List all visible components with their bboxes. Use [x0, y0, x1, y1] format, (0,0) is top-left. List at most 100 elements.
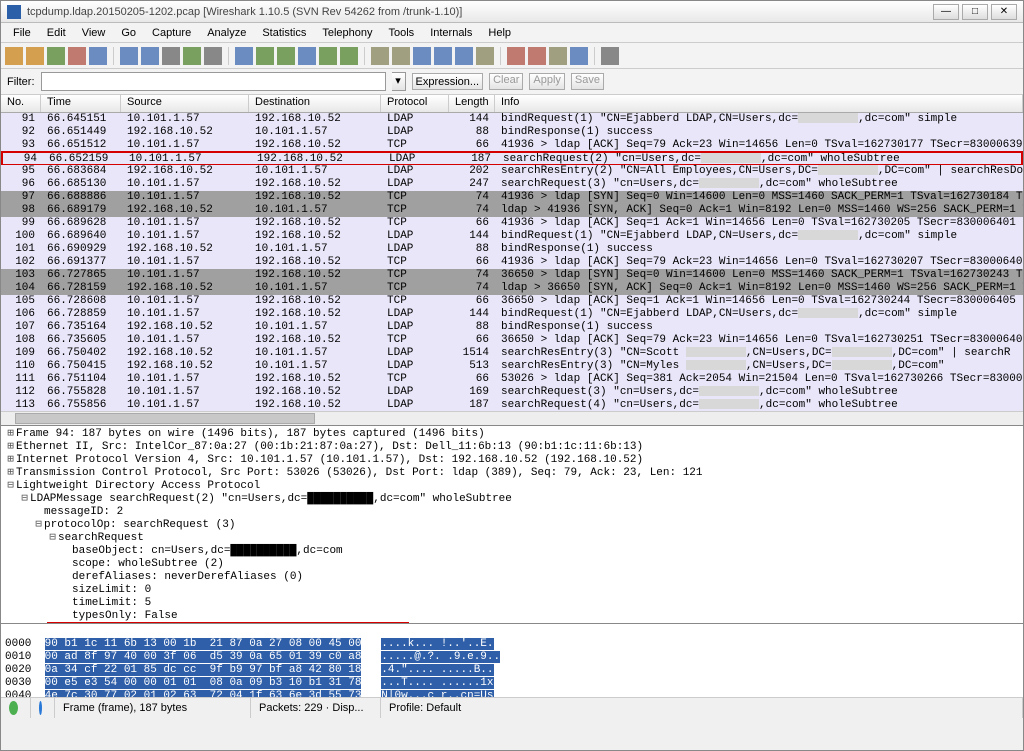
- packet-row[interactable]: 11266.75582810.101.1.57192.168.10.52LDAP…: [1, 386, 1023, 399]
- packet-bytes-pane[interactable]: 0000 90 b1 1c 11 6b 13 00 1b 21 87 0a 27…: [1, 623, 1023, 697]
- col-header-no[interactable]: No.: [1, 95, 41, 112]
- col-header-time[interactable]: Time: [41, 95, 121, 112]
- goto-packet-icon[interactable]: [298, 47, 316, 65]
- go-back-icon[interactable]: [256, 47, 274, 65]
- menu-file[interactable]: File: [5, 25, 39, 41]
- packet-row[interactable]: 9766.68888610.101.1.57192.168.10.52TCP74…: [1, 191, 1023, 204]
- preferences-icon[interactable]: [570, 47, 588, 65]
- packet-row[interactable]: 11166.75110410.101.1.57192.168.10.52TCP6…: [1, 373, 1023, 386]
- colorize-icon[interactable]: [371, 47, 389, 65]
- save-file-icon[interactable]: [141, 47, 159, 65]
- hex-bytes: 0a 34 cf 22 01 85 dc cc 9f b9 97 bf a8 4…: [45, 664, 362, 676]
- open-file-icon[interactable]: [120, 47, 138, 65]
- horizontal-scrollbar[interactable]: [1, 411, 1023, 425]
- menu-edit[interactable]: Edit: [39, 25, 74, 41]
- packet-row[interactable]: 10466.728159192.168.10.5210.101.1.57TCP7…: [1, 282, 1023, 295]
- interfaces-icon[interactable]: [5, 47, 23, 65]
- menu-tools[interactable]: Tools: [381, 25, 423, 41]
- collapse-icon[interactable]: ⊟: [33, 519, 44, 532]
- apply-button[interactable]: Apply: [529, 73, 565, 90]
- close-file-icon[interactable]: [162, 47, 180, 65]
- go-forward-icon[interactable]: [277, 47, 295, 65]
- detail-ldap: Lightweight Directory Access Protocol: [16, 480, 260, 492]
- print-icon[interactable]: [204, 47, 222, 65]
- packet-details-pane[interactable]: ⊞Frame 94: 187 bytes on wire (1496 bits)…: [1, 425, 1023, 623]
- help-icon[interactable]: [601, 47, 619, 65]
- col-header-length[interactable]: Length: [449, 95, 495, 112]
- packet-row[interactable]: 9666.68513010.101.1.57192.168.10.52LDAP2…: [1, 178, 1023, 191]
- menu-help[interactable]: Help: [480, 25, 519, 41]
- packet-row[interactable]: 9866.689179192.168.10.5210.101.1.57TCP74…: [1, 204, 1023, 217]
- menu-analyze[interactable]: Analyze: [199, 25, 254, 41]
- expand-icon[interactable]: ⊞: [5, 454, 16, 467]
- col-header-destination[interactable]: Destination: [249, 95, 381, 112]
- packet-row[interactable]: 9266.651449192.168.10.5210.101.1.57LDAP8…: [1, 126, 1023, 139]
- zoom-reset-icon[interactable]: [455, 47, 473, 65]
- status-profile[interactable]: Profile: Default: [381, 698, 1023, 718]
- packet-row[interactable]: 10266.69137710.101.1.57192.168.10.52TCP6…: [1, 256, 1023, 269]
- menu-statistics[interactable]: Statistics: [254, 25, 314, 41]
- packet-list-pane[interactable]: No. Time Source Destination Protocol Len…: [1, 95, 1023, 425]
- stop-capture-icon[interactable]: [68, 47, 86, 65]
- detail-ethernet: Ethernet II, Src: IntelCor_87:0a:27 (00:…: [16, 441, 643, 453]
- packet-row[interactable]: 10966.750402192.168.10.5210.101.1.57LDAP…: [1, 347, 1023, 360]
- autoscroll-icon[interactable]: [392, 47, 410, 65]
- coloring-rules-icon[interactable]: [549, 47, 567, 65]
- collapse-icon[interactable]: ⊟: [19, 493, 30, 506]
- menu-capture[interactable]: Capture: [144, 25, 199, 41]
- start-capture-icon[interactable]: [47, 47, 65, 65]
- packet-row[interactable]: 10666.72885910.101.1.57192.168.10.52LDAP…: [1, 308, 1023, 321]
- goto-last-icon[interactable]: [340, 47, 358, 65]
- expression-button[interactable]: Expression...: [412, 73, 484, 90]
- save-button[interactable]: Save: [571, 73, 604, 90]
- zoom-in-icon[interactable]: [413, 47, 431, 65]
- status-bar: Frame (frame), 187 bytes Packets: 229 · …: [1, 697, 1023, 718]
- menu-view[interactable]: View: [74, 25, 114, 41]
- separator: [228, 47, 229, 65]
- packet-row[interactable]: 9466.65215910.101.1.57192.168.10.52LDAP1…: [1, 151, 1023, 166]
- hex-offset: 0020: [5, 664, 31, 676]
- col-header-protocol[interactable]: Protocol: [381, 95, 449, 112]
- packet-row[interactable]: 10366.72786510.101.1.57192.168.10.52TCP7…: [1, 269, 1023, 282]
- menu-internals[interactable]: Internals: [422, 25, 480, 41]
- packet-row[interactable]: 10766.735164192.168.10.5210.101.1.57LDAP…: [1, 321, 1023, 334]
- packet-row[interactable]: 9166.64515110.101.1.57192.168.10.52LDAP1…: [1, 113, 1023, 126]
- expand-icon[interactable]: ⊞: [5, 428, 16, 441]
- expand-icon[interactable]: ⊞: [5, 441, 16, 454]
- clear-button[interactable]: Clear: [489, 73, 523, 90]
- packet-row[interactable]: 10066.68964010.101.1.57192.168.10.52LDAP…: [1, 230, 1023, 243]
- options-icon[interactable]: [26, 47, 44, 65]
- collapse-icon[interactable]: ⊟: [47, 532, 58, 545]
- maximize-button[interactable]: □: [962, 4, 988, 20]
- packet-list-header: No. Time Source Destination Protocol Len…: [1, 95, 1023, 113]
- packet-row[interactable]: 9566.683684192.168.10.5210.101.1.57LDAP2…: [1, 165, 1023, 178]
- expand-icon[interactable]: ⊞: [5, 467, 16, 480]
- packet-row[interactable]: 11066.750415192.168.10.5210.101.1.57LDAP…: [1, 360, 1023, 373]
- collapse-icon[interactable]: ⊟: [5, 480, 16, 493]
- find-packet-icon[interactable]: [235, 47, 253, 65]
- packet-row[interactable]: 10166.690929192.168.10.5210.101.1.57LDAP…: [1, 243, 1023, 256]
- packet-row[interactable]: 10566.72860810.101.1.57192.168.10.52TCP6…: [1, 295, 1023, 308]
- resize-columns-icon[interactable]: [476, 47, 494, 65]
- capture-filters-icon[interactable]: [507, 47, 525, 65]
- reload-icon[interactable]: [183, 47, 201, 65]
- col-header-source[interactable]: Source: [121, 95, 249, 112]
- packet-row[interactable]: 9966.68962810.101.1.57192.168.10.52TCP66…: [1, 217, 1023, 230]
- packet-row[interactable]: 10866.73560510.101.1.57192.168.10.52TCP6…: [1, 334, 1023, 347]
- packet-row[interactable]: 9366.65151210.101.1.57192.168.10.52TCP66…: [1, 139, 1023, 152]
- filter-input[interactable]: [41, 72, 386, 91]
- col-header-info[interactable]: Info: [495, 95, 1023, 112]
- restart-capture-icon[interactable]: [89, 47, 107, 65]
- goto-first-icon[interactable]: [319, 47, 337, 65]
- status-frame: Frame (frame), 187 bytes: [55, 698, 251, 718]
- expert-info-icon[interactable]: [9, 701, 18, 715]
- close-button[interactable]: ✕: [991, 4, 1017, 20]
- zoom-out-icon[interactable]: [434, 47, 452, 65]
- minimize-button[interactable]: —: [933, 4, 959, 20]
- detail-ldapmessage: LDAPMessage searchRequest(2) "cn=Users,d…: [30, 493, 512, 505]
- menu-go[interactable]: Go: [113, 25, 144, 41]
- capture-comment-icon[interactable]: [39, 701, 42, 715]
- menu-telephony[interactable]: Telephony: [314, 25, 380, 41]
- filter-dropdown[interactable]: ▾: [392, 72, 406, 91]
- display-filters-icon[interactable]: [528, 47, 546, 65]
